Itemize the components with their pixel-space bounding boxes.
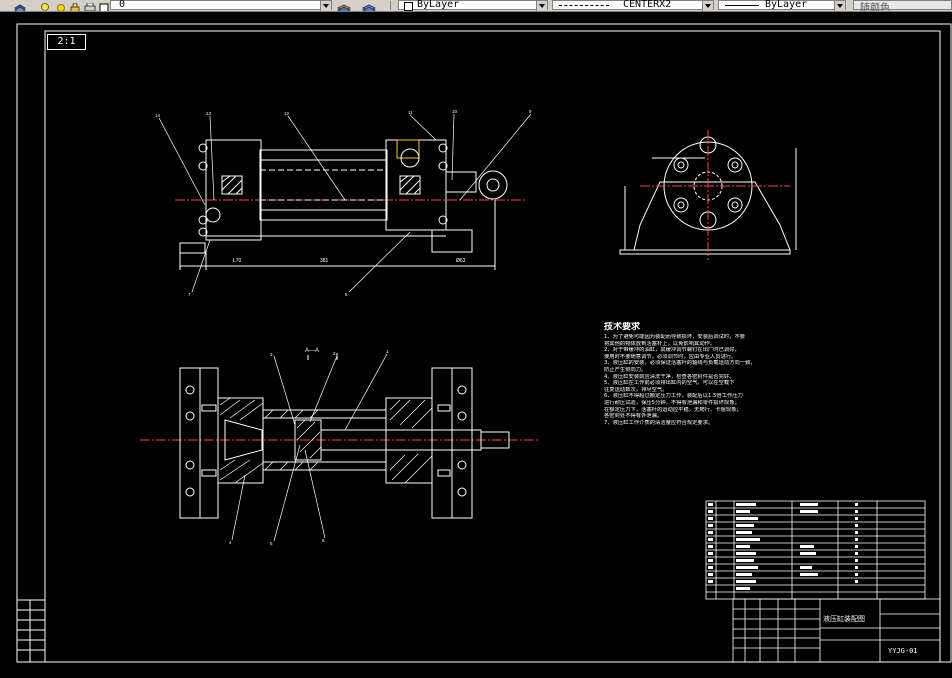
left-end-cap	[205, 139, 262, 241]
section-view	[140, 353, 540, 519]
drawing-canvas[interactable]: 2:1 A—A L70 381 Ø63 14 13 12 11 10 9 7 8…	[0, 12, 952, 678]
plotstyle-control-dropdown[interactable]: 随颜色	[853, 0, 952, 12]
parts-list-table	[705, 500, 926, 600]
lineweight-preview-icon	[725, 5, 759, 6]
make-layer-current-icon[interactable]	[336, 0, 352, 11]
sun-icon[interactable]	[56, 0, 66, 11]
lineweight-control-value: ByLayer	[765, 0, 808, 10]
properties-toolbar: 0 ByLayer CENTERX2 ByLayer 随颜色	[0, 0, 952, 12]
layer-previous-icon[interactable]	[361, 0, 377, 11]
chevron-down-icon[interactable]	[702, 1, 713, 11]
chevron-down-icon[interactable]	[320, 1, 331, 11]
chevron-down-icon[interactable]	[834, 1, 845, 11]
scale-label: 2:1	[47, 34, 86, 50]
tech-line: 往复运动数次，排尽空气。	[604, 386, 668, 393]
linetype-control-dropdown[interactable]: CENTERX2	[552, 0, 714, 11]
lock-icon[interactable]	[70, 0, 80, 11]
tech-line: 3、液压缸的安装，必须保证活塞杆的轴线与负载运动方向一致，	[604, 360, 756, 367]
side-view	[619, 130, 797, 260]
front-view-leaders	[158, 113, 532, 293]
tech-line: 进行耐压试验，保压5分钟，不得有泄漏和零件损坏现象；	[604, 399, 740, 406]
front-view	[175, 139, 525, 270]
tech-line: 1、为了避免可能因为装配而导致损坏，安装后调试时，不要	[604, 334, 746, 340]
section-leaders	[231, 353, 388, 542]
technical-requirements: 技术要求 1、为了避免可能因为装配而导致损坏，安装后调试时，不要 将其他的物体放…	[604, 322, 814, 426]
tech-line: 2、对于带缓冲的油缸，其缓冲调节螺钉在出厂时已调好，	[604, 347, 740, 354]
chevron-down-icon[interactable]	[536, 1, 547, 11]
linetype-preview-icon	[559, 5, 609, 6]
tech-line: 在额定压力下，活塞杆的运动应平稳，无爬行、卡阻现象；	[604, 406, 742, 413]
tech-line: 4、液压缸安装前应清洗干净，检查各密封件是否完好。	[604, 373, 735, 380]
color-square-icon	[404, 2, 413, 11]
layer-manager-icon[interactable]	[14, 0, 26, 11]
hatched-nut	[221, 175, 421, 195]
tech-line: 使用时不要随意调节，必须调节时，应由专业人员进行。	[604, 353, 737, 360]
color-control-value: ByLayer	[417, 0, 460, 10]
bulb-icon[interactable]	[40, 0, 50, 11]
toolbar-separator	[390, 1, 391, 10]
color-control-dropdown[interactable]: ByLayer	[398, 0, 548, 11]
tech-line: 6、液压缸不得超过额定压力工作，装配后以1.5倍工作压力	[604, 393, 743, 400]
section-bolts	[185, 385, 467, 497]
parts-list-filler	[708, 503, 858, 590]
color-swatch-icon	[99, 0, 109, 11]
layer-dropdown[interactable]: 0	[110, 0, 332, 11]
plotstyle-control-value: 随颜色	[860, 3, 890, 12]
print-icon[interactable]	[84, 0, 96, 11]
tech-line: 7、液压缸工作介质的清洁度应符合规定要求。	[604, 419, 714, 426]
title-block-code: YYJG-01	[888, 647, 918, 655]
layer-dropdown-value: 0	[119, 0, 126, 10]
linetype-control-value: CENTERX2	[623, 0, 672, 10]
tech-line: 5、液压缸在工作前必须排出缸内的空气，可以在空载下	[604, 380, 735, 387]
tech-requirements-title: 技术要求	[604, 322, 641, 332]
right-flange	[431, 367, 453, 519]
right-end-cap	[385, 139, 447, 231]
lineweight-control-dropdown[interactable]: ByLayer	[718, 0, 846, 11]
title-block-title: 液压缸装配图	[823, 615, 865, 623]
tech-line: 防止产生侧向力。	[604, 366, 647, 373]
tech-line: 各密封处不得有外泄漏。	[604, 413, 663, 420]
tech-line: 将其他的物体放到活塞杆上，以免影响其动作。	[604, 340, 716, 347]
